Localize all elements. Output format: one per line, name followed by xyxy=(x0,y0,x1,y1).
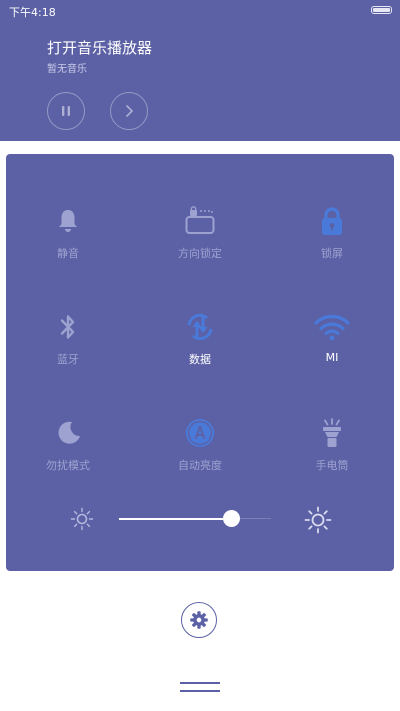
toggle-mute[interactable]: 静音 xyxy=(8,204,128,284)
quick-settings-panel: 静音 方向锁定 锁屏 蓝牙 数据 MI 勿扰模式 自动亮度 手电筒 xyxy=(6,154,394,571)
toggle-auto-brightness[interactable]: 自动亮度 xyxy=(140,416,260,496)
flashlight-icon xyxy=(323,418,341,447)
rotation-lock-icon xyxy=(185,206,215,234)
brightness-slider[interactable] xyxy=(119,510,271,527)
battery-icon xyxy=(371,6,392,14)
music-widget: 下午4:18 打开音乐播放器 暂无音乐 xyxy=(0,0,400,141)
toggle-label: 数据 xyxy=(189,353,211,366)
toggle-label: 方向锁定 xyxy=(178,247,222,260)
toggle-rotation-lock[interactable]: 方向锁定 xyxy=(140,204,260,284)
bluetooth-icon xyxy=(60,315,75,339)
data-icon xyxy=(187,313,213,341)
toggle-lock-screen[interactable]: 锁屏 xyxy=(272,204,392,284)
settings-button[interactable] xyxy=(181,602,217,638)
next-button[interactable] xyxy=(110,92,148,130)
gear-icon xyxy=(190,611,208,629)
toggle-flashlight[interactable]: 手电筒 xyxy=(272,416,392,496)
brightness-slider-thumb[interactable] xyxy=(223,510,240,527)
toggle-wifi[interactable]: MI xyxy=(272,310,392,390)
status-time: 下午4:18 xyxy=(9,6,56,19)
pause-button[interactable] xyxy=(47,92,85,130)
brightness-low-icon xyxy=(69,506,95,532)
music-subtitle: 暂无音乐 xyxy=(47,64,87,75)
music-title[interactable]: 打开音乐播放器 xyxy=(47,37,152,58)
toggle-mobile-data[interactable]: 数据 xyxy=(140,310,260,390)
toggle-label: MI xyxy=(325,351,339,364)
toggle-label: 锁屏 xyxy=(321,247,343,260)
toggle-label: 蓝牙 xyxy=(57,353,79,366)
auto-brightness-icon xyxy=(186,419,214,447)
toggle-label: 勿扰模式 xyxy=(46,459,90,472)
brightness-slider-fill xyxy=(119,517,231,520)
pause-icon xyxy=(62,106,70,116)
toggle-label: 手电筒 xyxy=(315,459,349,472)
moon-icon xyxy=(58,421,80,444)
toggle-label: 静音 xyxy=(57,247,79,260)
brightness-high-icon xyxy=(303,505,333,535)
toggle-bluetooth[interactable]: 蓝牙 xyxy=(8,310,128,390)
chevron-right-icon xyxy=(126,105,133,117)
collapse-handle[interactable] xyxy=(180,682,220,693)
toggle-label: 自动亮度 xyxy=(178,459,222,472)
wifi-icon xyxy=(314,315,350,341)
toggle-do-not-disturb[interactable]: 勿扰模式 xyxy=(8,416,128,496)
lock-icon xyxy=(322,207,342,235)
bell-icon xyxy=(59,210,77,232)
